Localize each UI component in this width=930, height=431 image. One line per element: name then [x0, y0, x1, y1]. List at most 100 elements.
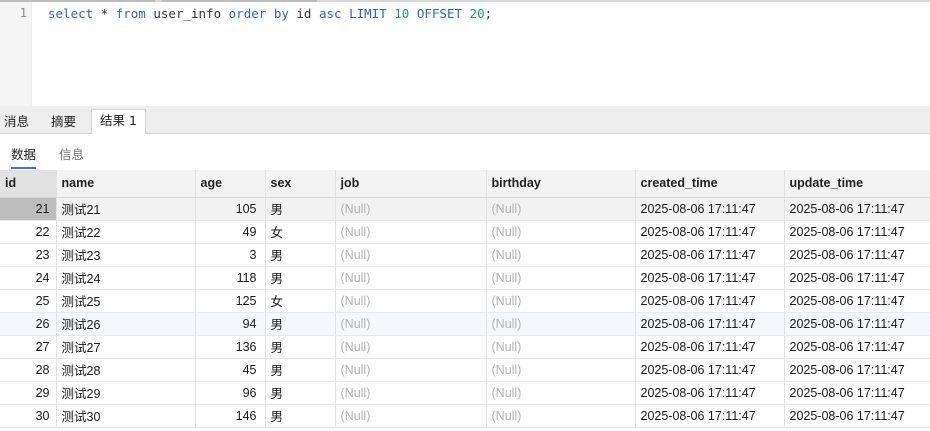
cell-age[interactable]: 94: [195, 312, 266, 336]
table-row[interactable]: 26 测试26 94 男 (Null) (Null) 2025-08-06 17:11:47…: [0, 312, 930, 336]
cell-birthday[interactable]: (Null): [486, 266, 636, 290]
cell-update-time[interactable]: 2025-08-06 17:11:47: [784, 358, 930, 382]
subtab-info[interactable]: 信息: [59, 144, 84, 167]
cell-created-time[interactable]: 2025-08-06 17:11:47: [635, 335, 785, 359]
cell-job[interactable]: (Null): [335, 404, 487, 428]
cell-name[interactable]: 测试27: [56, 335, 196, 359]
cell-birthday[interactable]: (Null): [486, 197, 636, 221]
cell-name[interactable]: 测试25: [56, 289, 196, 313]
cell-update-time[interactable]: 2025-08-06 17:11:47: [784, 404, 930, 428]
cell-id[interactable]: 23: [0, 243, 57, 267]
cell-created-time[interactable]: 2025-08-06 17:11:47: [635, 220, 785, 244]
cell-sex[interactable]: 男: [265, 243, 336, 267]
cell-age[interactable]: 3: [195, 243, 266, 267]
cell-id[interactable]: 21: [0, 197, 57, 221]
cell-birthday[interactable]: (Null): [486, 404, 636, 428]
table-row[interactable]: 21 测试21 105 男 (Null) (Null) 2025-08-06 17:11:4…: [0, 197, 930, 221]
cell-sex[interactable]: 女: [265, 220, 336, 244]
cell-name[interactable]: 测试26: [56, 312, 196, 336]
cell-birthday[interactable]: (Null): [486, 243, 636, 267]
cell-sex[interactable]: 男: [265, 358, 336, 382]
column-header-id[interactable]: id: [0, 170, 57, 198]
table-row[interactable]: 27 测试27 136 男 (Null) (Null) 2025-08-06 17:11:4…: [0, 335, 930, 359]
cell-job[interactable]: (Null): [335, 197, 487, 221]
cell-age[interactable]: 105: [195, 197, 266, 221]
cell-age[interactable]: 96: [195, 381, 266, 405]
cell-name[interactable]: 测试21: [56, 197, 196, 221]
cell-name[interactable]: 测试30: [56, 404, 196, 428]
cell-update-time[interactable]: 2025-08-06 17:11:47: [784, 243, 930, 267]
cell-created-time[interactable]: 2025-08-06 17:11:47: [635, 266, 785, 290]
table-row[interactable]: 29 测试29 96 男 (Null) (Null) 2025-08-06 17:11:47…: [0, 381, 930, 405]
cell-job[interactable]: (Null): [335, 289, 487, 313]
cell-created-time[interactable]: 2025-08-06 17:11:47: [635, 381, 785, 405]
cell-name[interactable]: 测试29: [56, 381, 196, 405]
cell-id[interactable]: 26: [0, 312, 57, 336]
cell-id[interactable]: 28: [0, 358, 57, 382]
cell-birthday[interactable]: (Null): [486, 312, 636, 336]
tab-summary[interactable]: 摘要: [47, 112, 80, 134]
sql-code-line[interactable]: select * from user_info order by id asc …: [48, 6, 492, 21]
cell-name[interactable]: 测试28: [56, 358, 196, 382]
column-header-name[interactable]: name: [56, 170, 196, 198]
column-header-update-time[interactable]: update_time: [784, 170, 930, 198]
table-row[interactable]: 22 测试22 49 女 (Null) (Null) 2025-08-06 17:11:47…: [0, 220, 930, 244]
cell-sex[interactable]: 男: [265, 404, 336, 428]
column-header-created-time[interactable]: created_time: [635, 170, 785, 198]
cell-created-time[interactable]: 2025-08-06 17:11:47: [635, 358, 785, 382]
cell-created-time[interactable]: 2025-08-06 17:11:47: [635, 197, 785, 221]
cell-update-time[interactable]: 2025-08-06 17:11:47: [784, 289, 930, 313]
cell-created-time[interactable]: 2025-08-06 17:11:47: [635, 404, 785, 428]
cell-age[interactable]: 118: [195, 266, 266, 290]
column-header-birthday[interactable]: birthday: [486, 170, 636, 198]
cell-name[interactable]: 测试23: [56, 243, 196, 267]
cell-name[interactable]: 测试22: [56, 220, 196, 244]
column-header-age[interactable]: age: [195, 170, 266, 198]
table-row[interactable]: 25 测试25 125 女 (Null) (Null) 2025-08-06 17:11:4…: [0, 289, 930, 313]
cell-id[interactable]: 24: [0, 266, 57, 290]
sql-editor[interactable]: 1 select * from user_info order by id as…: [0, 2, 930, 106]
cell-birthday[interactable]: (Null): [486, 220, 636, 244]
cell-id[interactable]: 27: [0, 335, 57, 359]
column-header-sex[interactable]: sex: [265, 170, 336, 198]
cell-birthday[interactable]: (Null): [486, 335, 636, 359]
table-row[interactable]: 23 测试23 3 男 (Null) (Null) 2025-08-06 17:11:47 2…: [0, 243, 930, 267]
cell-age[interactable]: 45: [195, 358, 266, 382]
cell-job[interactable]: (Null): [335, 381, 487, 405]
cell-id[interactable]: 29: [0, 381, 57, 405]
cell-job[interactable]: (Null): [335, 243, 487, 267]
cell-name[interactable]: 测试24: [56, 266, 196, 290]
table-row[interactable]: 28 测试28 45 男 (Null) (Null) 2025-08-06 17:11:47…: [0, 358, 930, 382]
cell-created-time[interactable]: 2025-08-06 17:11:47: [635, 289, 785, 313]
cell-birthday[interactable]: (Null): [486, 381, 636, 405]
cell-update-time[interactable]: 2025-08-06 17:11:47: [784, 335, 930, 359]
cell-job[interactable]: (Null): [335, 358, 487, 382]
subtab-data[interactable]: 数据: [11, 144, 37, 169]
tab-messages[interactable]: 消息: [0, 112, 33, 134]
cell-sex[interactable]: 男: [265, 381, 336, 405]
tab-result-1[interactable]: 结果 1: [91, 109, 146, 135]
cell-job[interactable]: (Null): [335, 220, 487, 244]
cell-job[interactable]: (Null): [335, 335, 487, 359]
cell-job[interactable]: (Null): [335, 312, 487, 336]
cell-sex[interactable]: 男: [265, 197, 336, 221]
cell-created-time[interactable]: 2025-08-06 17:11:47: [635, 312, 785, 336]
cell-id[interactable]: 22: [0, 220, 57, 244]
cell-created-time[interactable]: 2025-08-06 17:11:47: [635, 243, 785, 267]
cell-update-time[interactable]: 2025-08-06 17:11:47: [784, 312, 930, 336]
cell-sex[interactable]: 男: [265, 335, 336, 359]
cell-age[interactable]: 125: [195, 289, 266, 313]
cell-update-time[interactable]: 2025-08-06 17:11:47: [784, 266, 930, 290]
table-row[interactable]: 30 测试30 146 男 (Null) (Null) 2025-08-06 17:11:4…: [0, 404, 930, 428]
cell-sex[interactable]: 男: [265, 266, 336, 290]
cell-age[interactable]: 136: [195, 335, 266, 359]
cell-update-time[interactable]: 2025-08-06 17:11:47: [784, 197, 930, 221]
cell-update-time[interactable]: 2025-08-06 17:11:47: [784, 381, 930, 405]
cell-sex[interactable]: 女: [265, 289, 336, 313]
cell-sex[interactable]: 男: [265, 312, 336, 336]
cell-age[interactable]: 146: [195, 404, 266, 428]
cell-age[interactable]: 49: [195, 220, 266, 244]
table-row[interactable]: 24 测试24 118 男 (Null) (Null) 2025-08-06 17:11:4…: [0, 266, 930, 290]
cell-birthday[interactable]: (Null): [486, 358, 636, 382]
column-header-job[interactable]: job: [335, 170, 487, 198]
